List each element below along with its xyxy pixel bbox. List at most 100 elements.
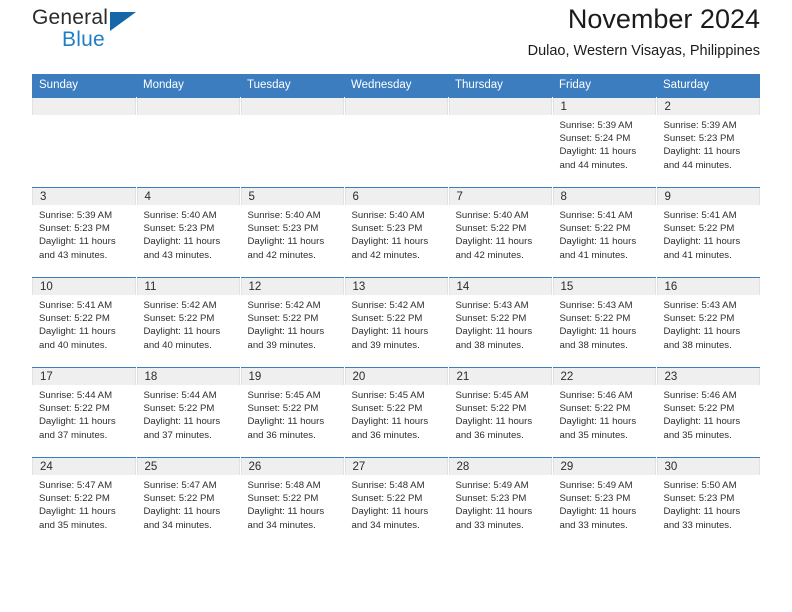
- day-cell[interactable]: 6 Sunrise: 5:40 AM Sunset: 5:23 PM Daylight…: [344, 187, 449, 278]
- day-cell[interactable]: 15 Sunrise: 5:43 AM Sunset: 5:22 PM Dayligh…: [552, 277, 657, 368]
- day-cell[interactable]: 30 Sunrise: 5:50 AM Sunset: 5:23 PM Dayligh…: [656, 457, 760, 547]
- day-cell[interactable]: 24 Sunrise: 5:47 AM Sunset: 5:22 PM Dayligh…: [32, 457, 137, 547]
- day-sun-info: Sunrise: 5:48 AM Sunset: 5:22 PM Daylight:…: [241, 475, 344, 532]
- weekday-header-thursday: Thursday: [448, 74, 552, 98]
- info-line-daylight-line2: and 37 minutes.: [143, 429, 212, 441]
- day-cell[interactable]: 13 Sunrise: 5:42 AM Sunset: 5:22 PM Dayligh…: [344, 277, 449, 368]
- weekday-header-saturday: Saturday: [656, 74, 760, 98]
- info-line-daylight-line2: and 34 minutes.: [247, 519, 316, 531]
- day-cell[interactable]: 8 Sunrise: 5:41 AM Sunset: 5:22 PM Daylight…: [552, 187, 657, 278]
- day-cell[interactable]: 2 Sunrise: 5:39 AM Sunset: 5:23 PM Daylight…: [656, 97, 761, 188]
- info-line-sunset: Sunset: 5:22 PM: [351, 313, 423, 325]
- info-line-daylight-line1: Daylight: 11 hours: [247, 236, 325, 248]
- info-line-sunrise: Sunrise: 5:49 AM: [559, 480, 633, 491]
- info-line-daylight-line1: Daylight: 11 hours: [559, 146, 637, 158]
- day-cell[interactable]: 3 Sunrise: 5:39 AM Sunset: 5:23 PM Daylight…: [32, 187, 137, 278]
- day-number: [136, 98, 240, 115]
- day-cell[interactable]: 18 Sunrise: 5:44 AM Sunset: 5:22 PM Dayligh…: [136, 367, 241, 458]
- info-line-sunrise: Sunrise: 5:49 AM: [455, 480, 529, 491]
- title-block: November 2024 Dulao, Western Visayas, Ph…: [528, 0, 760, 62]
- info-line-sunset: Sunset: 5:23 PM: [39, 223, 110, 235]
- info-line-daylight-line1: Daylight: 11 hours: [351, 416, 429, 428]
- day-cell[interactable]: 7 Sunrise: 5:40 AM Sunset: 5:22 PM Daylight…: [448, 187, 553, 278]
- day-cell[interactable]: 17 Sunrise: 5:44 AM Sunset: 5:22 PM Dayligh…: [32, 367, 137, 458]
- info-line-sunrise: Sunrise: 5:39 AM: [663, 120, 737, 131]
- day-cell[interactable]: 25 Sunrise: 5:47 AM Sunset: 5:22 PM Dayligh…: [136, 457, 241, 547]
- day-number: 25: [136, 458, 240, 475]
- info-line-daylight-line1: Daylight: 11 hours: [663, 326, 741, 338]
- day-cell-inner: 26 Sunrise: 5:48 AM Sunset: 5:22 PM Dayligh…: [240, 458, 344, 547]
- day-cell-inner: 5 Sunrise: 5:40 AM Sunset: 5:23 PM Daylight…: [240, 188, 344, 277]
- sunrise-sunset-calendar: Sunday Monday Tuesday Wednesday Thursday Frid…: [32, 74, 760, 547]
- info-line-daylight-line2: and 36 minutes.: [455, 429, 524, 441]
- info-line-sunset: Sunset: 5:23 PM: [663, 133, 735, 145]
- day-cell[interactable]: 5 Sunrise: 5:40 AM Sunset: 5:23 PM Daylight…: [240, 187, 345, 278]
- info-line-sunrise: Sunrise: 5:43 AM: [663, 300, 737, 311]
- info-line-sunrise: Sunrise: 5:45 AM: [351, 390, 425, 401]
- day-cell[interactable]: 11 Sunrise: 5:42 AM Sunset: 5:22 PM Dayligh…: [136, 277, 241, 368]
- day-cell[interactable]: 20 Sunrise: 5:45 AM Sunset: 5:22 PM Dayligh…: [344, 367, 449, 458]
- info-line-daylight-line2: and 40 minutes.: [143, 339, 212, 351]
- info-line-daylight-line1: Daylight: 11 hours: [39, 416, 116, 428]
- day-cell[interactable]: 10 Sunrise: 5:41 AM Sunset: 5:22 PM Dayligh…: [32, 277, 137, 368]
- day-cell[interactable]: 23 Sunrise: 5:46 AM Sunset: 5:22 PM Dayligh…: [656, 367, 760, 458]
- day-number: 5: [240, 188, 344, 205]
- day-cell[interactable]: 26 Sunrise: 5:48 AM Sunset: 5:22 PM Dayligh…: [240, 457, 345, 547]
- info-line-daylight-line1: Daylight: 11 hours: [663, 146, 741, 158]
- day-cell[interactable]: 12 Sunrise: 5:42 AM Sunset: 5:22 PM Dayligh…: [240, 277, 345, 368]
- day-cell[interactable]: 21 Sunrise: 5:45 AM Sunset: 5:22 PM Dayligh…: [448, 367, 553, 458]
- day-cell[interactable]: 22 Sunrise: 5:46 AM Sunset: 5:22 PM Dayligh…: [552, 367, 657, 458]
- day-number: 22: [552, 368, 656, 385]
- info-line-sunset: Sunset: 5:23 PM: [455, 493, 527, 505]
- info-line-daylight-line2: and 43 minutes.: [143, 249, 212, 261]
- day-number: 24: [32, 458, 136, 475]
- info-line-sunrise: Sunrise: 5:47 AM: [39, 480, 113, 491]
- info-line-sunrise: Sunrise: 5:41 AM: [559, 210, 633, 221]
- info-line-sunrise: Sunrise: 5:40 AM: [351, 210, 425, 221]
- day-cell-inner: 7 Sunrise: 5:40 AM Sunset: 5:22 PM Daylight…: [448, 188, 552, 277]
- info-line-sunrise: Sunrise: 5:39 AM: [559, 120, 633, 131]
- day-cell[interactable]: 4 Sunrise: 5:40 AM Sunset: 5:23 PM Daylight…: [136, 187, 241, 278]
- info-line-daylight-line2: and 41 minutes.: [663, 249, 732, 261]
- day-cell[interactable]: 9 Sunrise: 5:41 AM Sunset: 5:22 PM Daylight…: [656, 187, 760, 278]
- day-sun-info: Sunrise: 5:39 AM Sunset: 5:23 PM Daylight:…: [657, 115, 761, 172]
- day-sun-info: Sunrise: 5:43 AM Sunset: 5:22 PM Daylight:…: [657, 295, 761, 352]
- day-cell[interactable]: 28 Sunrise: 5:49 AM Sunset: 5:23 PM Dayligh…: [448, 457, 553, 547]
- day-number: 23: [656, 368, 760, 385]
- info-line-daylight-line2: and 38 minutes.: [559, 339, 628, 351]
- weekday-header-friday: Friday: [552, 74, 656, 98]
- weekday-header-tuesday: Tuesday: [240, 74, 344, 98]
- week-row: 24 Sunrise: 5:47 AM Sunset: 5:22 PM Dayligh…: [32, 457, 760, 547]
- day-cell-inner: 9 Sunrise: 5:41 AM Sunset: 5:22 PM Daylight…: [656, 188, 760, 277]
- day-cell-inner: 24 Sunrise: 5:47 AM Sunset: 5:22 PM Dayligh…: [32, 458, 136, 547]
- day-cell-inner: [32, 98, 136, 187]
- day-cell[interactable]: 14 Sunrise: 5:43 AM Sunset: 5:22 PM Dayligh…: [448, 277, 553, 368]
- info-line-sunset: Sunset: 5:22 PM: [39, 403, 110, 415]
- info-line-sunset: Sunset: 5:22 PM: [663, 313, 735, 325]
- day-cell-inner: 18 Sunrise: 5:44 AM Sunset: 5:22 PM Dayligh…: [136, 368, 240, 457]
- info-line-sunrise: Sunrise: 5:46 AM: [663, 390, 737, 401]
- day-sun-info: Sunrise: 5:41 AM Sunset: 5:22 PM Daylight:…: [32, 295, 136, 352]
- info-line-daylight-line2: and 33 minutes.: [663, 519, 732, 531]
- day-cell[interactable]: 16 Sunrise: 5:43 AM Sunset: 5:22 PM Dayligh…: [656, 277, 761, 368]
- day-sun-info: Sunrise: 5:40 AM Sunset: 5:23 PM Daylight:…: [345, 205, 448, 262]
- info-line-daylight-line1: Daylight: 11 hours: [455, 416, 533, 428]
- day-number: 11: [136, 278, 240, 295]
- day-cell-inner: 25 Sunrise: 5:47 AM Sunset: 5:22 PM Dayligh…: [136, 458, 240, 547]
- weekday-header-sunday: Sunday: [32, 74, 136, 98]
- day-cell-inner: 3 Sunrise: 5:39 AM Sunset: 5:23 PM Daylight…: [32, 188, 136, 277]
- day-cell[interactable]: 1 Sunrise: 5:39 AM Sunset: 5:24 PM Daylight…: [552, 97, 657, 188]
- info-line-daylight-line1: Daylight: 11 hours: [143, 326, 221, 338]
- info-line-daylight-line1: Daylight: 11 hours: [39, 506, 116, 518]
- day-cell[interactable]: 29 Sunrise: 5:49 AM Sunset: 5:23 PM Dayligh…: [552, 457, 657, 547]
- info-line-sunrise: Sunrise: 5:42 AM: [143, 300, 217, 311]
- day-cell[interactable]: 27 Sunrise: 5:48 AM Sunset: 5:22 PM Dayligh…: [344, 457, 449, 547]
- day-cell[interactable]: 19 Sunrise: 5:45 AM Sunset: 5:22 PM Dayligh…: [240, 367, 345, 458]
- day-sun-info: Sunrise: 5:41 AM Sunset: 5:22 PM Daylight:…: [553, 205, 656, 262]
- info-line-daylight-line1: Daylight: 11 hours: [455, 326, 533, 338]
- info-line-sunrise: Sunrise: 5:41 AM: [663, 210, 737, 221]
- general-blue-logo[interactable]: General Blue: [32, 6, 162, 62]
- info-line-sunrise: Sunrise: 5:48 AM: [351, 480, 425, 491]
- day-number: 21: [448, 368, 552, 385]
- day-cell-inner: 13 Sunrise: 5:42 AM Sunset: 5:22 PM Dayligh…: [344, 278, 448, 367]
